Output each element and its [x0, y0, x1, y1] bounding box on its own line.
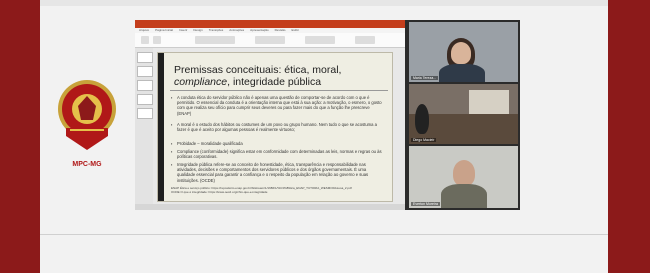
slide-bullet: Compliance (conformidade) significa esta… [171, 149, 385, 159]
slide-thumbnail[interactable] [137, 94, 153, 105]
editing-tools[interactable] [355, 36, 375, 44]
slide-thumbnail[interactable] [137, 108, 153, 119]
logo-text: MPC-MG [72, 161, 102, 168]
participant-body [441, 184, 487, 208]
powerpoint-statusbar [135, 204, 405, 210]
right-red-border [608, 0, 650, 273]
slide-bullet: Integridade pública refere-se ao conceit… [171, 162, 385, 183]
participant-body [439, 64, 485, 82]
slide-thumbnail[interactable] [137, 66, 153, 77]
powerpoint-window: Arquivo Página Inicial Inserir Design Tr… [135, 20, 405, 210]
participant-avatar [415, 104, 429, 134]
current-slide: Premissas conceituais: ética, moral, com… [157, 52, 393, 202]
slide-bullet: A moral é o estudo dos hábitos ou costum… [171, 122, 385, 132]
slide-thumbnail[interactable] [137, 52, 153, 63]
paste-icon[interactable] [141, 36, 149, 44]
slide-accent-stripe [158, 53, 164, 201]
slide-thumbnail[interactable] [137, 80, 153, 91]
slide-bullet: A conduta ética do servidor público não … [171, 95, 385, 116]
participant-name: Maria Tereza... [411, 76, 439, 80]
slide-thumbnails-panel [135, 48, 153, 204]
font-selector[interactable] [195, 36, 235, 44]
participant-face [453, 160, 475, 186]
participant-video[interactable]: Everton Moreira [409, 146, 518, 208]
participant-face [451, 42, 471, 64]
title-underline [170, 90, 388, 91]
shared-screen: Arquivo Página Inicial Inserir Design Tr… [135, 20, 520, 210]
slide-title: Premissas conceituais: ética, moral, com… [174, 64, 342, 88]
bottom-divider [40, 234, 608, 235]
participant-name: Everton Moreira [411, 202, 440, 206]
ribbon-toolbar [135, 33, 405, 48]
paragraph-tools[interactable] [255, 36, 285, 44]
slide-footnote: ENAP Ética e serviço público: https://re… [171, 186, 352, 194]
participant-video[interactable]: Diego Macieir [409, 84, 518, 144]
top-bar [40, 0, 608, 6]
room-window [469, 90, 509, 114]
participant-name: Diego Macieir [411, 138, 437, 142]
powerpoint-titlebar [135, 20, 405, 28]
mpc-mg-seal-icon [58, 80, 116, 150]
new-slide-icon[interactable] [153, 36, 161, 44]
participant-video[interactable]: Maria Tereza... [409, 22, 518, 82]
left-red-border [0, 0, 40, 273]
drawing-tools[interactable] [305, 36, 335, 44]
slide-bullet: Probidade – moralidade qualificada [171, 141, 385, 146]
